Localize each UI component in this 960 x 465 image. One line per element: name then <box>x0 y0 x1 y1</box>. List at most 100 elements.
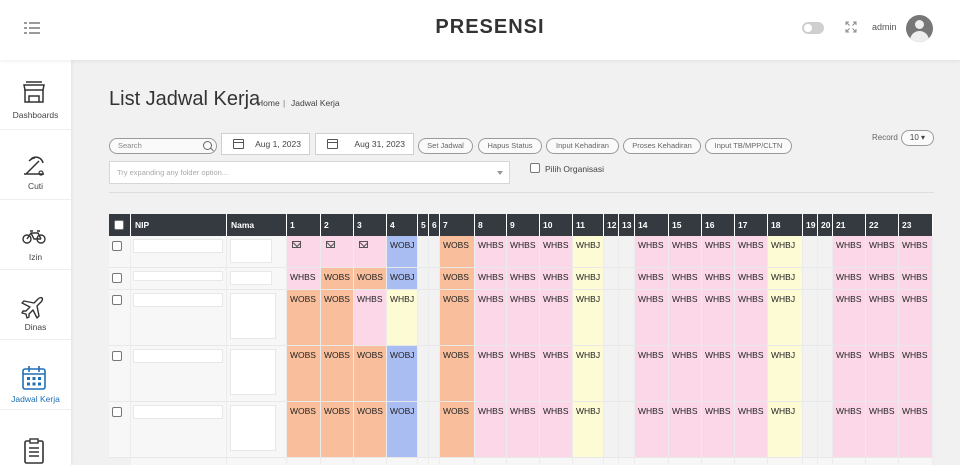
schedule-cell-day-1[interactable]: WHBS <box>287 268 321 290</box>
sidebar-item-izin[interactable]: Izin <box>0 200 71 270</box>
schedule-cell-day-8[interactable]: WHBS <box>475 402 507 458</box>
schedule-cell-day-5[interactable] <box>418 236 429 268</box>
set-jadwal-button[interactable]: Set Jadwal <box>418 138 473 154</box>
schedule-cell-day-13[interactable] <box>619 346 635 402</box>
schedule-cell-day-10[interactable]: WHBS <box>540 290 573 346</box>
schedule-cell-day-16[interactable]: WHBS <box>702 402 735 458</box>
schedule-cell-day-3[interactable] <box>354 236 387 268</box>
schedule-cell-day-8[interactable]: WHBS <box>475 268 507 290</box>
sidebar-item-jadwal-kerja[interactable]: Jadwal Kerja <box>0 340 71 410</box>
schedule-cell-day-13[interactable] <box>619 268 635 290</box>
proses-kehadiran-button[interactable]: Proses Kehadiran <box>623 138 701 154</box>
schedule-cell-day-17[interactable]: WHBS <box>735 236 768 268</box>
schedule-cell-day-20[interactable] <box>818 290 833 346</box>
sidebar-item-dashboards[interactable]: Dashboards <box>0 60 71 130</box>
schedule-cell-day-17[interactable]: WHBS <box>735 290 768 346</box>
schedule-cell-day-1[interactable]: WOBS <box>287 402 321 458</box>
schedule-cell-day-12[interactable] <box>604 402 619 458</box>
schedule-cell-day-7[interactable]: WOBS <box>440 346 475 402</box>
schedule-cell-day-19[interactable] <box>803 290 818 346</box>
schedule-cell-day-22[interactable]: WHBS <box>866 402 899 458</box>
schedule-cell-day-6[interactable] <box>429 268 440 290</box>
breadcrumb-home[interactable]: Home <box>257 98 280 108</box>
schedule-cell-day-19[interactable] <box>803 236 818 268</box>
schedule-cell-day-6[interactable] <box>429 346 440 402</box>
schedule-cell-day-14[interactable]: WHBS <box>635 402 669 458</box>
schedule-cell-day-21[interactable]: WHBS <box>833 402 866 458</box>
schedule-cell-day-4[interactable]: WOBJ <box>387 268 418 290</box>
schedule-cell-day-22[interactable]: WHBS <box>866 346 899 402</box>
schedule-cell-day-19[interactable] <box>803 402 818 458</box>
record-select[interactable]: 10 ▾ <box>901 130 934 146</box>
schedule-cell-day-7[interactable]: WOBS <box>440 290 475 346</box>
schedule-cell-day-14[interactable]: WHBS <box>635 346 669 402</box>
schedule-cell-day-8[interactable]: WHBS <box>475 346 507 402</box>
schedule-cell-day-9[interactable]: WHBS <box>507 402 540 458</box>
schedule-cell-day-6[interactable] <box>429 236 440 268</box>
schedule-cell-day-18[interactable]: WHBJ <box>768 268 803 290</box>
schedule-cell-day-2[interactable]: WOBS <box>321 290 354 346</box>
schedule-cell-day-2[interactable]: WOBS <box>321 402 354 458</box>
row-checkbox[interactable] <box>112 407 122 417</box>
schedule-cell-day-23[interactable]: WHBS <box>899 268 933 290</box>
schedule-cell-day-20[interactable] <box>818 268 833 290</box>
schedule-cell-day-4[interactable]: WOBJ <box>387 236 418 268</box>
schedule-cell-day-12[interactable] <box>604 268 619 290</box>
schedule-cell-day-18[interactable]: WHBJ <box>768 346 803 402</box>
schedule-cell-day-8[interactable]: WHBS <box>475 236 507 268</box>
schedule-cell-day-16[interactable]: WHBS <box>702 268 735 290</box>
schedule-cell-day-16[interactable]: WHBS <box>702 236 735 268</box>
hapus-status-button[interactable]: Hapus Status <box>478 138 542 154</box>
schedule-cell-day-9[interactable]: WHBS <box>507 236 540 268</box>
schedule-cell-day-10[interactable]: WHBS <box>540 346 573 402</box>
schedule-cell-day-11[interactable]: WHBJ <box>573 290 604 346</box>
schedule-cell-day-19[interactable] <box>803 346 818 402</box>
schedule-cell-day-12[interactable] <box>604 290 619 346</box>
schedule-cell-day-5[interactable] <box>418 290 429 346</box>
schedule-cell-day-15[interactable]: WHBS <box>669 402 702 458</box>
schedule-cell-day-2[interactable]: WOBS <box>321 268 354 290</box>
schedule-cell-day-23[interactable]: WHBS <box>899 290 933 346</box>
row-checkbox[interactable] <box>112 351 122 361</box>
schedule-cell-day-21[interactable]: WHBS <box>833 268 866 290</box>
avatar[interactable] <box>906 15 933 42</box>
schedule-cell-day-18[interactable]: WHBJ <box>768 290 803 346</box>
schedule-cell-day-9[interactable]: WHBS <box>507 346 540 402</box>
schedule-cell-day-17[interactable]: WHBS <box>735 402 768 458</box>
schedule-cell-day-3[interactable]: WHBS <box>354 290 387 346</box>
schedule-cell-day-19[interactable] <box>803 268 818 290</box>
schedule-cell-day-7[interactable]: WOBS <box>440 402 475 458</box>
folder-tree-select[interactable]: Try expanding any folder option... <box>109 161 510 184</box>
schedule-cell-day-7[interactable]: WOBS <box>440 268 475 290</box>
schedule-cell-day-21[interactable]: WHBS <box>833 346 866 402</box>
schedule-cell-day-3[interactable]: WOBS <box>354 402 387 458</box>
schedule-cell-day-11[interactable]: WHBJ <box>573 236 604 268</box>
fullscreen-icon[interactable] <box>845 21 857 33</box>
schedule-cell-day-1[interactable] <box>287 236 321 268</box>
schedule-cell-day-11[interactable]: WHBJ <box>573 402 604 458</box>
schedule-cell-day-10[interactable]: WHBS <box>540 268 573 290</box>
schedule-cell-day-7[interactable]: WOBS <box>440 236 475 268</box>
schedule-cell-day-17[interactable]: WHBS <box>735 268 768 290</box>
schedule-cell-day-1[interactable]: WOBS <box>287 290 321 346</box>
schedule-cell-day-15[interactable]: WHBS <box>669 346 702 402</box>
schedule-cell-day-12[interactable] <box>604 346 619 402</box>
schedule-cell-day-5[interactable] <box>418 402 429 458</box>
org-checkbox[interactable] <box>530 163 540 173</box>
schedule-cell-day-18[interactable]: WHBJ <box>768 236 803 268</box>
sidebar-item-dinas[interactable]: Dinas <box>0 270 71 340</box>
schedule-cell-day-9[interactable]: WHBS <box>507 268 540 290</box>
row-checkbox[interactable] <box>112 295 122 305</box>
schedule-cell-day-1[interactable]: WOBS <box>287 346 321 402</box>
sidebar-item-more[interactable] <box>0 410 71 465</box>
schedule-cell-day-2[interactable] <box>321 236 354 268</box>
schedule-cell-day-6[interactable] <box>429 290 440 346</box>
schedule-cell-day-11[interactable]: WHBJ <box>573 346 604 402</box>
schedule-cell-day-13[interactable] <box>619 402 635 458</box>
input-tb-mpp-cltn-button[interactable]: Input TB/MPP/CLTN <box>705 138 792 154</box>
schedule-cell-day-14[interactable]: WHBS <box>635 236 669 268</box>
schedule-cell-day-23[interactable]: WHBS <box>899 346 933 402</box>
schedule-cell-day-12[interactable] <box>604 236 619 268</box>
schedule-cell-day-17[interactable]: WHBS <box>735 346 768 402</box>
schedule-cell-day-5[interactable] <box>418 346 429 402</box>
